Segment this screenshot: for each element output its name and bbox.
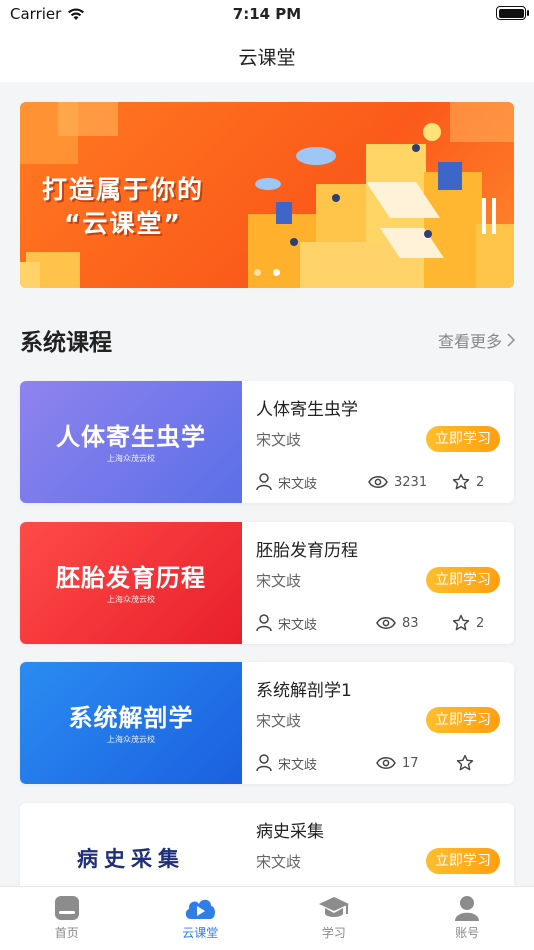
course-thumbnail: 胚胎发育历程 上海众茂云校	[20, 522, 242, 644]
battery-icon	[496, 6, 529, 20]
course-card[interactable]: 人体寄生虫学 上海众茂云校 人体寄生虫学 宋文歧 立即学习 宋文歧 3231 2	[20, 381, 514, 503]
course-name: 病史采集	[256, 822, 324, 842]
thumbnail-title: 人体寄生虫学	[56, 423, 206, 451]
cloud-play-icon	[186, 899, 216, 919]
stars-count: 2	[476, 615, 485, 631]
meta-views: 83	[376, 612, 419, 634]
promo-banner[interactable]: 打造属于你的 “云课堂”	[20, 102, 514, 288]
tab-study[interactable]: 学习	[267, 887, 401, 950]
meta-author: 宋文歧	[256, 612, 317, 634]
tab-home[interactable]: 首页	[0, 887, 134, 950]
user-icon	[256, 754, 272, 772]
page-title: 云课堂	[238, 46, 296, 69]
author-name: 宋文歧	[278, 617, 318, 633]
course-name: 系统解剖学1	[256, 681, 352, 701]
banner-headline: 打造属于你的	[42, 175, 205, 204]
meta-author: 宋文歧	[256, 471, 317, 493]
section-title: 系统课程	[20, 330, 112, 356]
eye-icon	[376, 617, 396, 629]
banner-pagination	[254, 269, 280, 276]
user-icon	[455, 896, 480, 921]
section-header: 系统课程 查看更多	[20, 322, 516, 358]
start-learning-button[interactable]: 立即学习	[426, 426, 500, 452]
meta-views: 17	[376, 752, 419, 774]
tab-label: 云课堂	[182, 926, 219, 940]
course-teacher: 宋文歧	[256, 853, 302, 871]
view-more-label: 查看更多	[437, 332, 502, 351]
tab-label: 账号	[455, 926, 480, 940]
stars-count: 2	[476, 474, 485, 490]
home-icon	[54, 896, 79, 920]
meta-stars: 2	[452, 471, 484, 493]
view-more-link[interactable]: 查看更多	[438, 328, 516, 352]
views-count: 17	[402, 755, 419, 771]
course-name: 人体寄生虫学	[256, 400, 358, 420]
start-learning-button[interactable]: 立即学习	[426, 567, 500, 593]
course-teacher: 宋文歧	[256, 712, 302, 730]
views-count: 83	[402, 615, 419, 631]
star-icon[interactable]	[452, 614, 470, 632]
meta-stars	[456, 752, 480, 774]
banner-dot[interactable]	[254, 269, 261, 276]
banner-dot-active[interactable]	[273, 269, 280, 276]
user-icon	[256, 473, 272, 491]
course-teacher: 宋文歧	[256, 572, 302, 590]
start-learning-button[interactable]: 立即学习	[426, 848, 500, 874]
views-count: 3231	[394, 474, 428, 490]
meta-views: 3231	[368, 471, 427, 493]
tab-bar: 首页 云课堂 学习 账号	[0, 886, 534, 950]
status-bar: Carrier 7:14 PM	[0, 0, 534, 30]
course-meta: 宋文歧 17	[256, 752, 506, 774]
author-name: 宋文歧	[278, 757, 318, 773]
star-icon[interactable]	[452, 473, 470, 491]
tab-label: 学习	[321, 926, 346, 940]
tab-account[interactable]: 账号	[401, 887, 534, 950]
meta-author: 宋文歧	[256, 752, 317, 774]
tab-cloud-classroom[interactable]: 云课堂	[134, 887, 268, 950]
course-meta: 宋文歧 3231 2	[256, 471, 506, 493]
thumbnail-title: 胚胎发育历程	[56, 564, 206, 592]
thumbnail-subtitle: 上海众茂云校	[107, 454, 155, 463]
eye-icon	[376, 757, 396, 769]
author-name: 宋文歧	[278, 476, 318, 492]
course-card[interactable]: 系统解剖学 上海众茂云校 系统解剖学1 宋文歧 立即学习 宋文歧 17	[20, 662, 514, 784]
course-thumbnail: 系统解剖学 上海众茂云校	[20, 662, 242, 784]
tab-label: 首页	[54, 926, 79, 940]
status-time: 7:14 PM	[232, 5, 302, 23]
meta-stars: 2	[452, 612, 484, 634]
star-icon[interactable]	[456, 754, 474, 772]
course-thumbnail: 人体寄生虫学 上海众茂云校	[20, 381, 242, 503]
course-card[interactable]: 胚胎发育历程 上海众茂云校 胚胎发育历程 宋文歧 立即学习 宋文歧 83 2	[20, 522, 514, 644]
course-teacher: 宋文歧	[256, 431, 302, 449]
start-learning-button[interactable]: 立即学习	[426, 707, 500, 733]
banner-subheadline: “云课堂”	[64, 209, 182, 238]
course-name: 胚胎发育历程	[256, 541, 358, 561]
nav-bar: 云课堂	[0, 30, 534, 82]
eye-icon	[368, 476, 388, 488]
thumbnail-subtitle: 上海众茂云校	[107, 735, 155, 744]
thumbnail-title: 病史采集	[77, 847, 185, 871]
graduation-cap-icon	[318, 897, 349, 917]
chevron-right-icon	[507, 333, 516, 347]
user-icon	[256, 614, 272, 632]
thumbnail-subtitle: 上海众茂云校	[107, 595, 155, 604]
course-meta: 宋文歧 83 2	[256, 612, 506, 634]
thumbnail-title: 系统解剖学	[68, 704, 194, 732]
